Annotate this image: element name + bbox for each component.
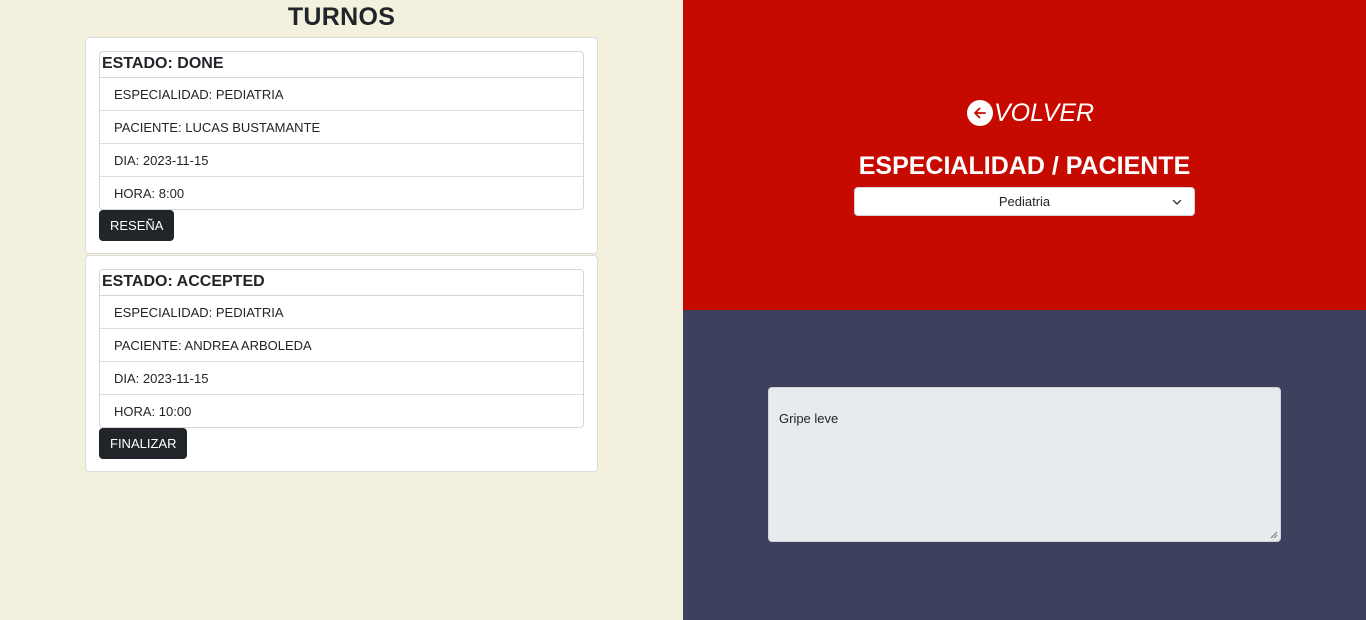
review-textarea[interactable]: Gripe leve <box>768 387 1281 542</box>
turno-details-list: ESTADO: DONE ESPECIALIDAD: PEDIATRIA PAC… <box>99 51 584 210</box>
turno-card: ESTADO: DONE ESPECIALIDAD: PEDIATRIA PAC… <box>85 37 598 254</box>
arrow-left-circle-icon <box>967 100 993 126</box>
resize-handle-icon[interactable] <box>1269 530 1278 539</box>
volver-label: VOLVER <box>994 98 1095 127</box>
resena-button[interactable]: RESEÑA <box>99 210 175 241</box>
section-title: ESPECIALIDAD / PACIENTE <box>858 152 1191 180</box>
especialidad-select[interactable]: Pediatria <box>854 187 1195 216</box>
estado-heading: ESTADO: DONE <box>100 52 583 78</box>
select-value: Pediatria <box>998 194 1051 209</box>
textarea-value: Gripe leve <box>779 411 839 426</box>
especialidad-item: ESPECIALIDAD: PEDIATRIA <box>100 78 583 111</box>
estado-heading: ESTADO: ACCEPTED <box>100 270 583 296</box>
volver-link[interactable]: VOLVER <box>967 98 1094 128</box>
especialidad-item: ESPECIALIDAD: PEDIATRIA <box>100 296 583 329</box>
dia-item: DIA: 2023-11-15 <box>100 144 583 177</box>
paciente-item: PACIENTE: ANDREA ARBOLEDA <box>100 329 583 362</box>
hora-item: HORA: 10:00 <box>114 404 192 419</box>
chevron-down-icon <box>1172 199 1182 205</box>
turno-details-list: ESTADO: ACCEPTED ESPECIALIDAD: PEDIATRIA… <box>99 269 584 428</box>
page-title: TURNOS <box>287 3 396 31</box>
paciente-item: PACIENTE: LUCAS BUSTAMANTE <box>100 111 583 144</box>
hora-item: HORA: 8:00 <box>114 186 185 201</box>
finalizar-button[interactable]: FINALIZAR <box>99 428 188 459</box>
dia-item: DIA: 2023-11-15 <box>100 362 583 395</box>
turno-card: ESTADO: ACCEPTED ESPECIALIDAD: PEDIATRIA… <box>85 255 598 472</box>
turnos-panel: TURNOS ESTADO: DONE ESPECIALIDAD: PEDIAT… <box>0 0 683 620</box>
